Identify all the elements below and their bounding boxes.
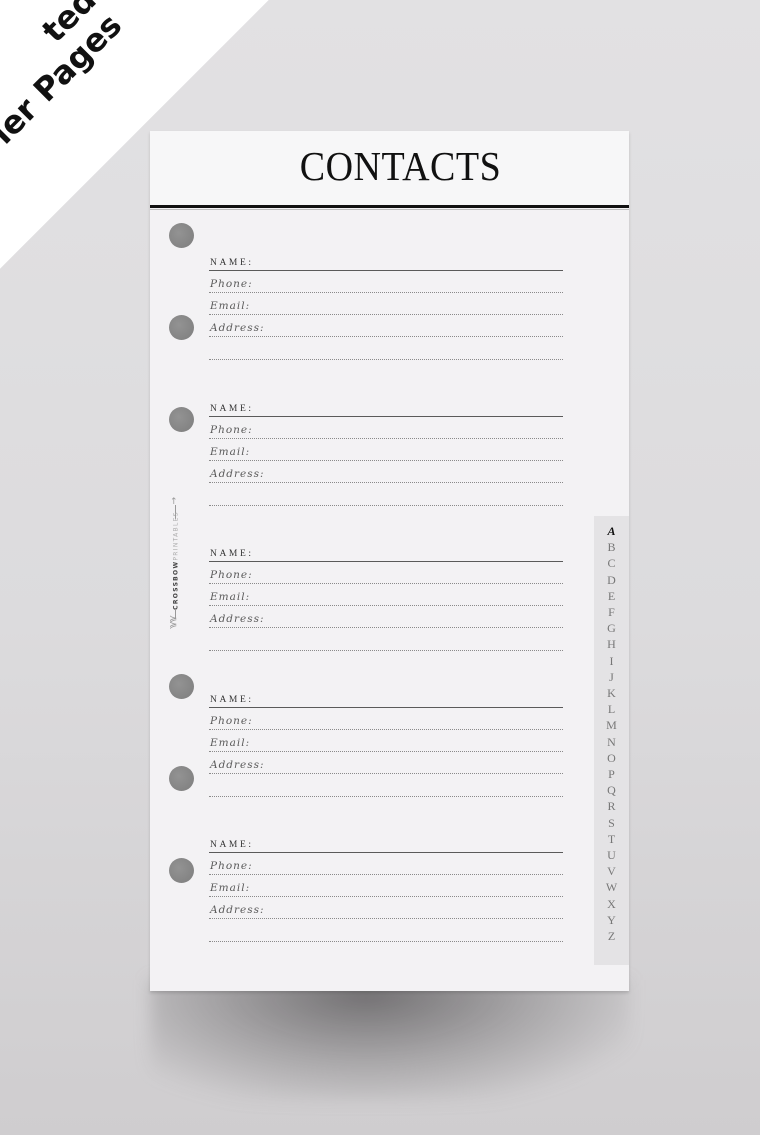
binder-hole [169,223,194,248]
tab-letter-q[interactable]: Q [594,783,629,798]
planner-page: CONTACTS NAME: Phone: Email: Address: NA… [150,131,629,991]
binder-hole [169,407,194,432]
email-label: Email: [210,882,251,894]
address-field[interactable]: Address: [209,461,563,483]
email-field[interactable]: Email: [209,439,563,461]
arrow-fletching-icon: ≽ ≽ [169,614,178,631]
phone-label: Phone: [210,715,253,727]
contact-entry: NAME: Phone: Email: Address: [209,837,563,942]
address-line-2[interactable] [209,774,563,797]
address-line-2[interactable] [209,919,563,942]
tab-letter-w[interactable]: W [594,880,629,895]
address-field[interactable]: Address: [209,315,563,337]
tab-letter-t[interactable]: T [594,832,629,847]
email-label: Email: [210,737,251,749]
brand-text: CROSSBOWPRINTABLES [172,511,180,610]
address-label: Address: [210,322,265,334]
tab-letter-k[interactable]: K [594,686,629,701]
name-label: NAME: [210,404,254,414]
binder-hole [169,674,194,699]
phone-label: Phone: [210,860,253,872]
name-field[interactable]: NAME: [209,401,563,417]
tab-letter-f[interactable]: F [594,605,629,620]
title-rule-thin [150,209,629,210]
address-line-2[interactable] [209,628,563,651]
name-field[interactable]: NAME: [209,837,563,853]
phone-label: Phone: [210,569,253,581]
phone-field[interactable]: Phone: [209,562,563,584]
tab-letter-z[interactable]: Z [594,929,629,944]
address-line-2[interactable] [209,483,563,506]
phone-field[interactable]: Phone: [209,853,563,875]
name-label: NAME: [210,695,254,705]
tab-letter-h[interactable]: H [594,637,629,652]
tab-letter-o[interactable]: O [594,751,629,766]
phone-field[interactable]: Phone: [209,708,563,730]
page-shadow [150,980,630,1100]
address-label: Address: [210,904,265,916]
phone-field[interactable]: Phone: [209,417,563,439]
address-label: Address: [210,613,265,625]
tab-letter-p[interactable]: P [594,767,629,782]
name-label: NAME: [210,258,254,268]
contact-entry: NAME: Phone: Email: Address: [209,692,563,797]
tab-letter-u[interactable]: U [594,848,629,863]
phone-label: Phone: [210,278,253,290]
contact-entry: NAME: Phone: Email: Address: [209,546,563,651]
brand-mark: ↑ CROSSBOWPRINTABLES ≽ ≽ [164,497,188,637]
tab-letter-c[interactable]: C [594,556,629,571]
email-label: Email: [210,591,251,603]
tab-letter-y[interactable]: Y [594,913,629,928]
address-label: Address: [210,759,265,771]
address-line-2[interactable] [209,337,563,360]
phone-field[interactable]: Phone: [209,271,563,293]
tab-letter-r[interactable]: R [594,799,629,814]
name-label: NAME: [210,840,254,850]
tab-letter-v[interactable]: V [594,864,629,879]
tab-letter-b[interactable]: B [594,540,629,555]
tab-letter-n[interactable]: N [594,735,629,750]
binder-hole [169,766,194,791]
tab-letter-e[interactable]: E [594,589,629,604]
contact-entry: NAME: Phone: Email: Address: [209,401,563,506]
tab-letter-d[interactable]: D [594,573,629,588]
tab-letter-x[interactable]: X [594,897,629,912]
name-field[interactable]: NAME: [209,546,563,562]
email-field[interactable]: Email: [209,875,563,897]
tab-letter-m[interactable]: M [594,718,629,733]
contact-entry: NAME: Phone: Email: Address: [209,255,563,360]
email-field[interactable]: Email: [209,730,563,752]
tab-letter-i[interactable]: I [594,654,629,669]
title-rule [150,205,629,208]
page-title: CONTACTS [299,144,502,190]
email-field[interactable]: Email: [209,584,563,606]
address-field[interactable]: Address: [209,897,563,919]
name-field[interactable]: NAME: [209,255,563,271]
email-label: Email: [210,446,251,458]
binder-hole [169,858,194,883]
tab-letter-j[interactable]: J [594,670,629,685]
address-label: Address: [210,468,265,480]
tab-letter-g[interactable]: G [594,621,629,636]
address-field[interactable]: Address: [209,752,563,774]
tab-letter-a[interactable]: A [594,524,629,539]
phone-label: Phone: [210,424,253,436]
email-field[interactable]: Email: [209,293,563,315]
address-field[interactable]: Address: [209,606,563,628]
email-label: Email: [210,300,251,312]
name-field[interactable]: NAME: [209,692,563,708]
binder-hole [169,315,194,340]
tab-letter-s[interactable]: S [594,816,629,831]
tab-letter-l[interactable]: L [594,702,629,717]
name-label: NAME: [210,549,254,559]
alphabet-tab-strip: ABCDEFGHIJKLMNOPQRSTUVWXYZ [594,516,629,965]
